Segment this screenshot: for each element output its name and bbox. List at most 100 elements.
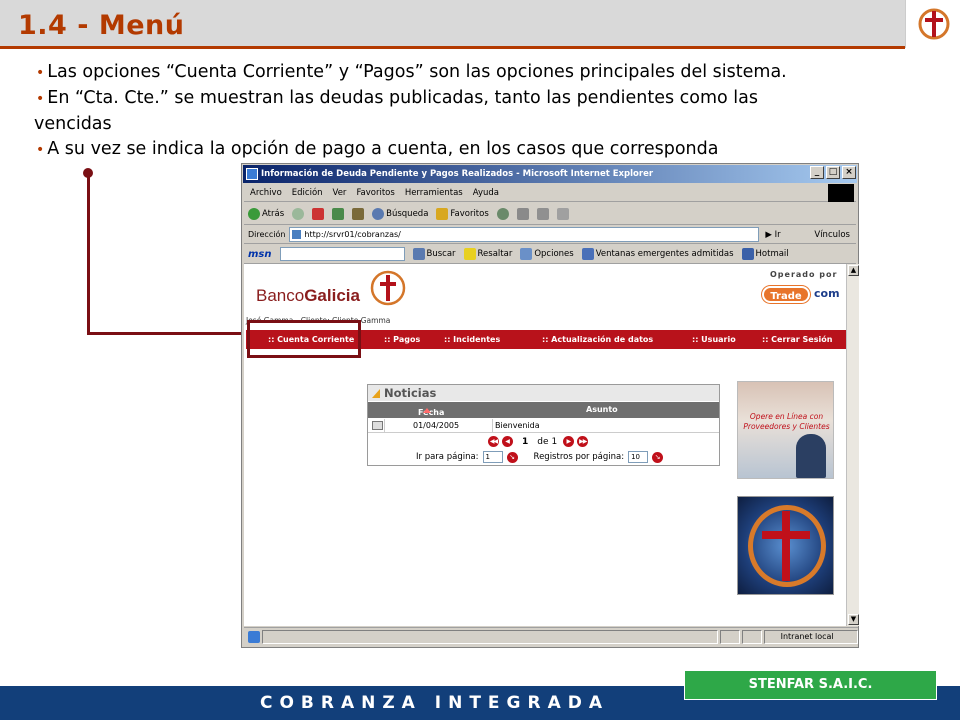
menu-favoritos[interactable]: Favoritos bbox=[356, 188, 394, 198]
msn-highlight-button[interactable]: Resaltar bbox=[463, 248, 512, 260]
ad-banner-emblem[interactable] bbox=[737, 496, 834, 595]
maximize-button[interactable]: □ bbox=[826, 166, 840, 179]
refresh-icon bbox=[332, 207, 345, 220]
bullet-item: • A su vez se indica la opción de pago a … bbox=[36, 139, 719, 159]
cross-icon bbox=[762, 511, 810, 581]
home-button[interactable] bbox=[352, 207, 365, 220]
scroll-down-icon[interactable]: ▼ bbox=[848, 614, 859, 625]
menu-archivo[interactable]: Archivo bbox=[250, 188, 282, 198]
home-icon bbox=[352, 207, 365, 220]
zone-label: Intranet local bbox=[763, 629, 858, 644]
row-date: 01/04/2005 bbox=[413, 421, 460, 430]
ad-text: Opere en Línea con Proveedores y Cliente… bbox=[743, 412, 830, 431]
popup-icon bbox=[581, 248, 594, 260]
table-row[interactable]: 01/04/2005 Bienvenida bbox=[368, 419, 719, 433]
bank-emblem-icon bbox=[370, 270, 406, 306]
page-of-label: de bbox=[537, 436, 549, 447]
nav-usuario[interactable]: :: Usuario bbox=[692, 335, 736, 344]
ie-status-icon bbox=[248, 630, 260, 643]
first-page-icon[interactable]: ◀◀ bbox=[488, 436, 499, 447]
print-icon bbox=[536, 207, 549, 220]
slide: 1.4 - Menú • Las opciones “Cuenta Corrien… bbox=[0, 0, 960, 720]
stop-button[interactable] bbox=[312, 207, 325, 220]
refresh-button[interactable] bbox=[332, 207, 345, 220]
search-button[interactable]: Búsqueda bbox=[372, 207, 428, 220]
page-icon bbox=[292, 230, 302, 239]
menu-ver[interactable]: Ver bbox=[333, 188, 347, 198]
sort-up-icon bbox=[423, 408, 431, 413]
paging-controls: Ir para página: 1 ↘ Registros por página… bbox=[416, 451, 664, 463]
back-button[interactable]: Atrás bbox=[248, 207, 284, 220]
forward-arrow-icon bbox=[292, 207, 305, 220]
ie-icon bbox=[246, 168, 258, 180]
go-button[interactable]: ▶ Ir bbox=[765, 230, 780, 240]
msn-search-input[interactable] bbox=[279, 247, 405, 261]
cross-emblem-icon bbox=[918, 8, 950, 40]
standard-toolbar: Atrás Búsqueda Favoritos bbox=[244, 203, 856, 225]
scroll-up-icon[interactable]: ▲ bbox=[848, 265, 859, 276]
windows-logo-icon bbox=[828, 184, 854, 202]
address-input[interactable]: http://srvr01/cobranzas/ bbox=[289, 227, 760, 242]
menu-herramientas[interactable]: Herramientas bbox=[405, 188, 463, 198]
favorites-button[interactable]: Favoritos bbox=[436, 207, 489, 220]
edit-button[interactable] bbox=[556, 207, 569, 220]
page-content: BancoGalicia Operado por Trade com José … bbox=[244, 264, 846, 626]
company-badge: STENFAR S.A.I.C. bbox=[684, 670, 937, 700]
next-page-icon[interactable]: ▶ bbox=[563, 436, 575, 447]
status-bar: Intranet local bbox=[244, 627, 858, 645]
history-button[interactable] bbox=[496, 207, 509, 220]
msn-logo: msn bbox=[248, 248, 272, 260]
address-label: Dirección bbox=[248, 230, 286, 239]
nav-cerrar-sesion[interactable]: :: Cerrar Sesión bbox=[762, 335, 832, 344]
search-icon bbox=[412, 248, 425, 260]
nav-pagos[interactable]: :: Pagos bbox=[384, 335, 420, 344]
title-bar: 1.4 - Menú bbox=[0, 0, 960, 48]
options-icon bbox=[520, 248, 533, 260]
nav-actualizacion-datos[interactable]: :: Actualización de datos bbox=[542, 335, 653, 344]
per-page-input[interactable]: 10 bbox=[628, 451, 649, 463]
highlight-cuenta-corriente bbox=[247, 320, 361, 358]
history-icon bbox=[496, 207, 509, 220]
tradecom-logo: Trade com bbox=[762, 284, 842, 306]
vertical-scrollbar[interactable]: ▲ ▼ bbox=[846, 264, 859, 626]
goto-page-input[interactable]: 1 bbox=[482, 451, 503, 463]
footer-title: COBRANZA INTEGRADA bbox=[260, 693, 609, 713]
connector-horizontal bbox=[87, 332, 247, 335]
edit-icon bbox=[556, 207, 569, 220]
bank-logo: BancoGalicia bbox=[256, 286, 360, 305]
search-icon bbox=[372, 207, 385, 220]
star-icon bbox=[436, 207, 449, 220]
per-page-go-icon[interactable]: ↘ bbox=[652, 451, 664, 463]
browser-title-bar: Información de Deuda Pendiente y Pagos R… bbox=[243, 165, 857, 183]
total-pages: 1 bbox=[551, 436, 558, 447]
stop-icon bbox=[312, 207, 325, 220]
ad-banner-proveedores[interactable]: Opere en Línea con Proveedores y Cliente… bbox=[737, 381, 834, 479]
businessman-image bbox=[796, 434, 826, 478]
last-page-icon[interactable]: ▶▶ bbox=[577, 436, 589, 447]
bullet-item: • Las opciones “Cuenta Corriente” y “Pago… bbox=[36, 62, 787, 82]
msn-options-button[interactable]: Opciones bbox=[520, 248, 574, 260]
nav-incidentes[interactable]: :: Incidentes bbox=[444, 335, 500, 344]
msn-search-button[interactable]: Buscar bbox=[412, 248, 456, 260]
window-controls: _ □ × bbox=[810, 166, 856, 179]
msn-hotmail-button[interactable]: Hotmail bbox=[741, 248, 789, 260]
msn-popups-button[interactable]: Ventanas emergentes admitidas bbox=[581, 248, 734, 260]
per-page-label: Registros por página: bbox=[533, 452, 625, 462]
current-page: 1 bbox=[522, 436, 529, 447]
minimize-button[interactable]: _ bbox=[810, 166, 824, 179]
pager: ◀◀ ◀ 1 de 1 ▶ ▶▶ bbox=[488, 436, 589, 447]
print-button[interactable] bbox=[536, 207, 549, 220]
goto-go-icon[interactable]: ↘ bbox=[506, 451, 518, 463]
prev-page-icon[interactable]: ◀ bbox=[502, 436, 513, 447]
close-button[interactable]: × bbox=[842, 166, 856, 179]
links-button[interactable]: Vínculos bbox=[814, 230, 850, 240]
menu-ayuda[interactable]: Ayuda bbox=[473, 188, 499, 198]
forward-button[interactable] bbox=[292, 207, 305, 220]
mail-icon bbox=[741, 248, 754, 260]
highlighter-icon bbox=[463, 248, 476, 260]
news-panel: Noticias Fecha Asunto 01/04/2005 Bienven… bbox=[367, 384, 720, 466]
col-subject-header[interactable]: Asunto bbox=[586, 405, 618, 414]
menu-edicion[interactable]: Edición bbox=[292, 188, 323, 198]
news-title: Noticias bbox=[368, 385, 719, 401]
mail-button[interactable] bbox=[516, 207, 529, 220]
